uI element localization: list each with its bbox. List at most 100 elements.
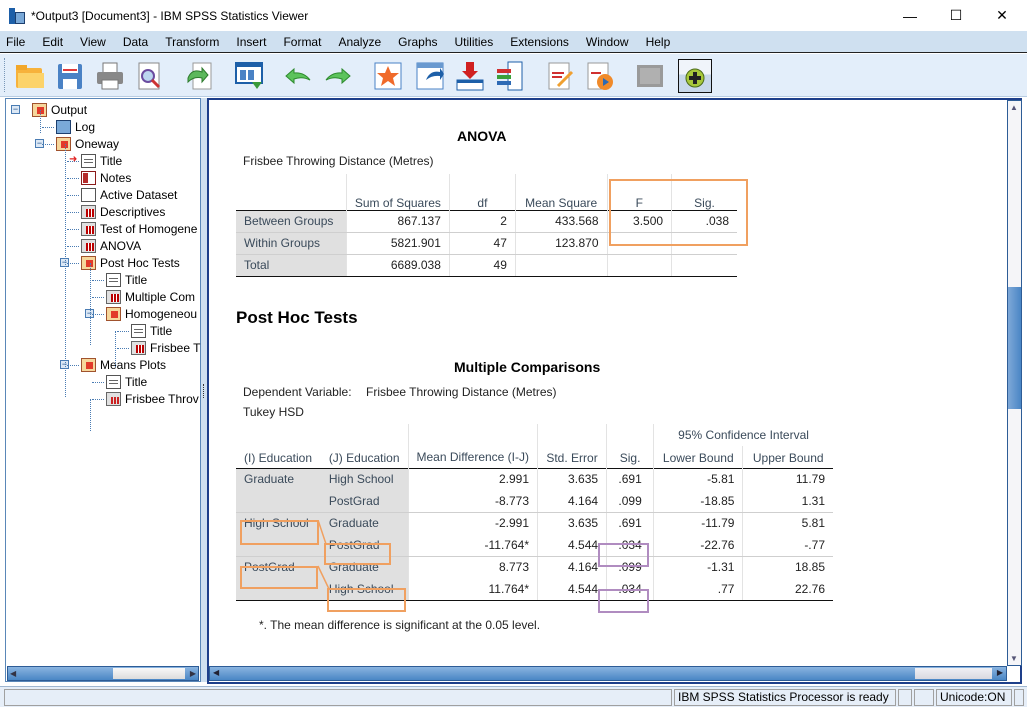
content-hscroll-thumb[interactable]: [915, 668, 992, 679]
recall-dialog-button[interactable]: [234, 60, 266, 92]
menu-transform[interactable]: Transform: [165, 35, 219, 49]
close-button[interactable]: ✕: [979, 0, 1025, 31]
outline-item[interactable]: Title: [131, 322, 172, 339]
print-button[interactable]: [94, 60, 126, 92]
outline-scroll-thumb[interactable]: [113, 668, 185, 679]
menu-file[interactable]: File: [6, 35, 25, 49]
goto-variable-button[interactable]: [454, 60, 486, 92]
title-icon: [131, 323, 146, 338]
outline-item-label: Log: [75, 119, 96, 134]
tree-connector: [92, 280, 104, 281]
outline-item-label: Means Plots: [100, 357, 167, 372]
menu-insert[interactable]: Insert: [236, 35, 266, 49]
redo-icon: [325, 67, 351, 85]
cell: .77: [653, 578, 743, 601]
status-message: [4, 689, 672, 706]
collapse-toggle[interactable]: −: [11, 105, 20, 114]
outline-item[interactable]: Log: [56, 118, 95, 135]
outline-item-label: Multiple Com: [125, 289, 196, 304]
outline-item[interactable]: Multiple Com: [106, 288, 195, 305]
open-button[interactable]: [14, 60, 46, 92]
variables-button[interactable]: [494, 60, 526, 92]
header-mean-difference: Mean Difference (I-J): [407, 424, 538, 468]
tree-connector: [117, 348, 129, 349]
outline-item-label: Title: [125, 272, 148, 287]
redo-button[interactable]: [322, 60, 354, 92]
scroll-left-icon[interactable]: ◀: [10, 669, 16, 678]
highlight-sig-2: [598, 589, 649, 613]
outline-item[interactable]: Title: [81, 152, 122, 169]
cell: [606, 254, 672, 277]
cell: -8.773: [407, 490, 538, 513]
cell: 8.773: [407, 556, 538, 578]
menu-window[interactable]: Window: [586, 35, 629, 49]
export-icon: [187, 62, 212, 90]
header-i-education: (I) Education: [244, 450, 313, 465]
content-horizontal-scrollbar[interactable]: ◀ ▶: [209, 666, 1007, 681]
scroll-down-icon[interactable]: ▼: [1010, 654, 1018, 663]
export-button[interactable]: [184, 60, 216, 92]
cell: -5.81: [653, 467, 743, 490]
outline-item[interactable]: Descriptives: [81, 203, 165, 220]
cell: 123.870: [514, 232, 608, 255]
outline-item[interactable]: Title: [106, 373, 147, 390]
tree-connector: [67, 246, 79, 247]
content-vertical-scrollbar[interactable]: ▲ ▼: [1007, 100, 1022, 666]
menu-data[interactable]: Data: [123, 35, 148, 49]
scroll-right-icon[interactable]: ▶: [190, 669, 196, 678]
content-scroll-thumb[interactable]: [1008, 287, 1021, 409]
menu-utilities[interactable]: Utilities: [455, 35, 494, 49]
cell: 4.544: [536, 534, 607, 557]
menu-help[interactable]: Help: [646, 35, 671, 49]
outline-item[interactable]: ANOVA: [81, 237, 141, 254]
menu-edit[interactable]: Edit: [42, 35, 63, 49]
highlight-postgrad-i: [240, 566, 318, 589]
disabled-button[interactable]: [634, 60, 666, 92]
menu-analyze[interactable]: Analyze: [338, 35, 381, 49]
outline-horizontal-scrollbar[interactable]: ◀ ▶: [7, 666, 199, 681]
outline-item[interactable]: Active Dataset: [81, 186, 177, 203]
scroll-right-icon[interactable]: ▶: [997, 668, 1003, 677]
outline-item[interactable]: Means Plots: [81, 356, 166, 373]
undo-button[interactable]: [282, 60, 314, 92]
multiple-comparisons-title: Multiple Comparisons: [454, 359, 601, 375]
outline-item-label: Title: [150, 323, 173, 338]
header-j-education: (J) Education: [328, 450, 400, 465]
table-icon: [81, 204, 96, 219]
save-button[interactable]: [54, 60, 86, 92]
goto-case-button[interactable]: [414, 60, 446, 92]
scroll-left-icon[interactable]: ◀: [213, 668, 219, 677]
print-preview-button[interactable]: [134, 60, 166, 92]
tree-connector: [92, 314, 104, 315]
toolbar: [0, 54, 1027, 97]
anova-header-df: df: [448, 174, 516, 210]
outline-item[interactable]: Frisbee Throv: [106, 390, 199, 407]
outline-item[interactable]: Test of Homogene: [81, 220, 197, 237]
outline-item[interactable]: Homogeneou: [106, 305, 197, 322]
menu-view[interactable]: View: [80, 35, 106, 49]
menu-format[interactable]: Format: [283, 35, 321, 49]
header-confidence-interval: 95% Confidence Interval: [653, 424, 833, 446]
outline-item[interactable]: Title: [106, 271, 147, 288]
menu-extensions[interactable]: Extensions: [510, 35, 569, 49]
menu-graphs[interactable]: Graphs: [398, 35, 437, 49]
anova-title: ANOVA: [457, 128, 507, 144]
syntax-button[interactable]: [544, 60, 576, 92]
minimize-button[interactable]: —: [887, 0, 933, 31]
title-icon: [106, 272, 121, 287]
outline-item-label: Title: [125, 374, 148, 389]
outline-item-label: Oneway: [75, 136, 120, 151]
maximize-button[interactable]: ☐: [933, 0, 979, 31]
disabled-icon: [637, 65, 663, 87]
outline-item[interactable]: Frisbee T: [131, 339, 200, 356]
outline-item[interactable]: Post Hoc Tests: [81, 254, 180, 271]
outline-item-label: Frisbee Throv: [125, 391, 199, 406]
run-script-button[interactable]: [584, 60, 616, 92]
cell: -18.85: [653, 490, 743, 513]
add-button[interactable]: [678, 59, 712, 93]
goto-data-button[interactable]: [372, 60, 404, 92]
outline-item[interactable]: Notes: [81, 169, 131, 186]
outline-item-label: Active Dataset: [100, 187, 178, 202]
scroll-up-icon[interactable]: ▲: [1010, 103, 1018, 112]
document-icon: [81, 187, 96, 202]
